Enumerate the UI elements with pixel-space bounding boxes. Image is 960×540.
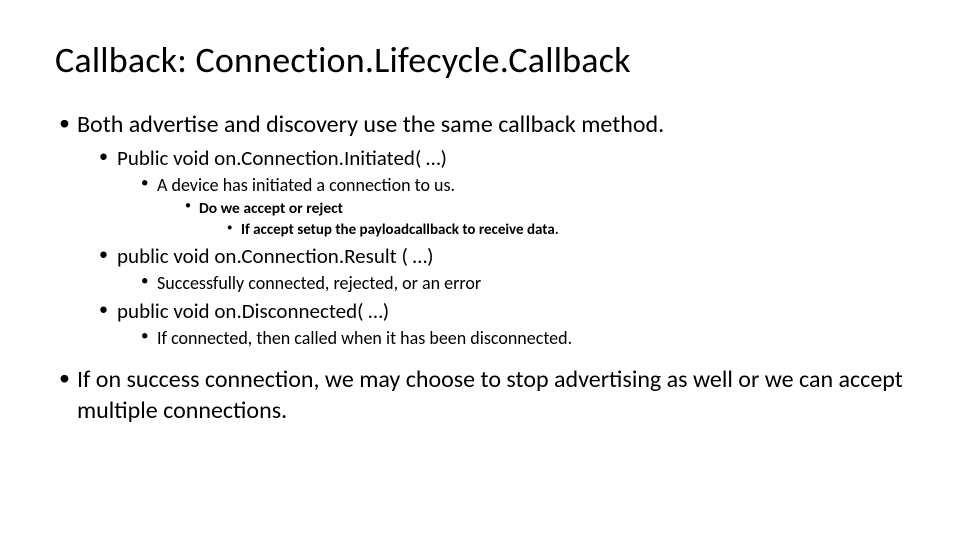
bullet-text: If accept setup the payloadcallback to r… [241,221,559,239]
bullet-text: public void on.Connection.Result ( …) [117,243,433,269]
bullet-text: If on success connection, we may choose … [77,365,903,425]
bullet-text: A device has initiated a connection to u… [157,174,455,196]
bullet-text: If connected, then called when it has be… [157,327,572,349]
bullet-list: Both advertise and discovery use the sam… [55,109,905,350]
bullet-sublist: If accept setup the payloadcallback to r… [199,221,905,241]
bullet-lvl2: public void on.Disconnected( …) If conne… [95,298,905,351]
bullet-lvl3: If connected, then called when it has be… [137,327,905,350]
bullet-sublist: If connected, then called when it has be… [117,327,905,350]
spacer [55,354,905,364]
bullet-text: Public void on.Connection.Initiated( …) [117,145,447,171]
bullet-lvl1: If on success connection, we may choose … [55,364,905,426]
bullet-text: Successfully connected, rejected, or an … [157,272,481,294]
bullet-sublist: Do we accept or reject If accept setup t… [157,199,905,241]
bullet-lvl3: A device has initiated a connection to u… [137,174,905,241]
bullet-lvl5: If accept setup the payloadcallback to r… [223,221,905,241]
bullet-text: public void on.Disconnected( …) [117,298,389,324]
bullet-lvl2: Public void on.Connection.Initiated( …) … [95,145,905,241]
bullet-lvl1: Both advertise and discovery use the sam… [55,109,905,350]
slide: Callback: Connection.Lifecycle.Callback … [0,0,960,540]
bullet-lvl3: Successfully connected, rejected, or an … [137,272,905,295]
bullet-lvl2: public void on.Connection.Result ( …) Su… [95,243,905,296]
bullet-text: Both advertise and discovery use the sam… [77,110,664,139]
bullet-sublist: Public void on.Connection.Initiated( …) … [77,145,905,351]
bullet-lvl4: Do we accept or reject If accept setup t… [181,199,905,241]
bullet-sublist: A device has initiated a connection to u… [117,174,905,241]
bullet-list: If on success connection, we may choose … [55,364,905,426]
bullet-text: Do we accept or reject [199,199,343,218]
slide-title: Callback: Connection.Lifecycle.Callback [55,40,905,81]
bullet-sublist: Successfully connected, rejected, or an … [117,272,905,295]
